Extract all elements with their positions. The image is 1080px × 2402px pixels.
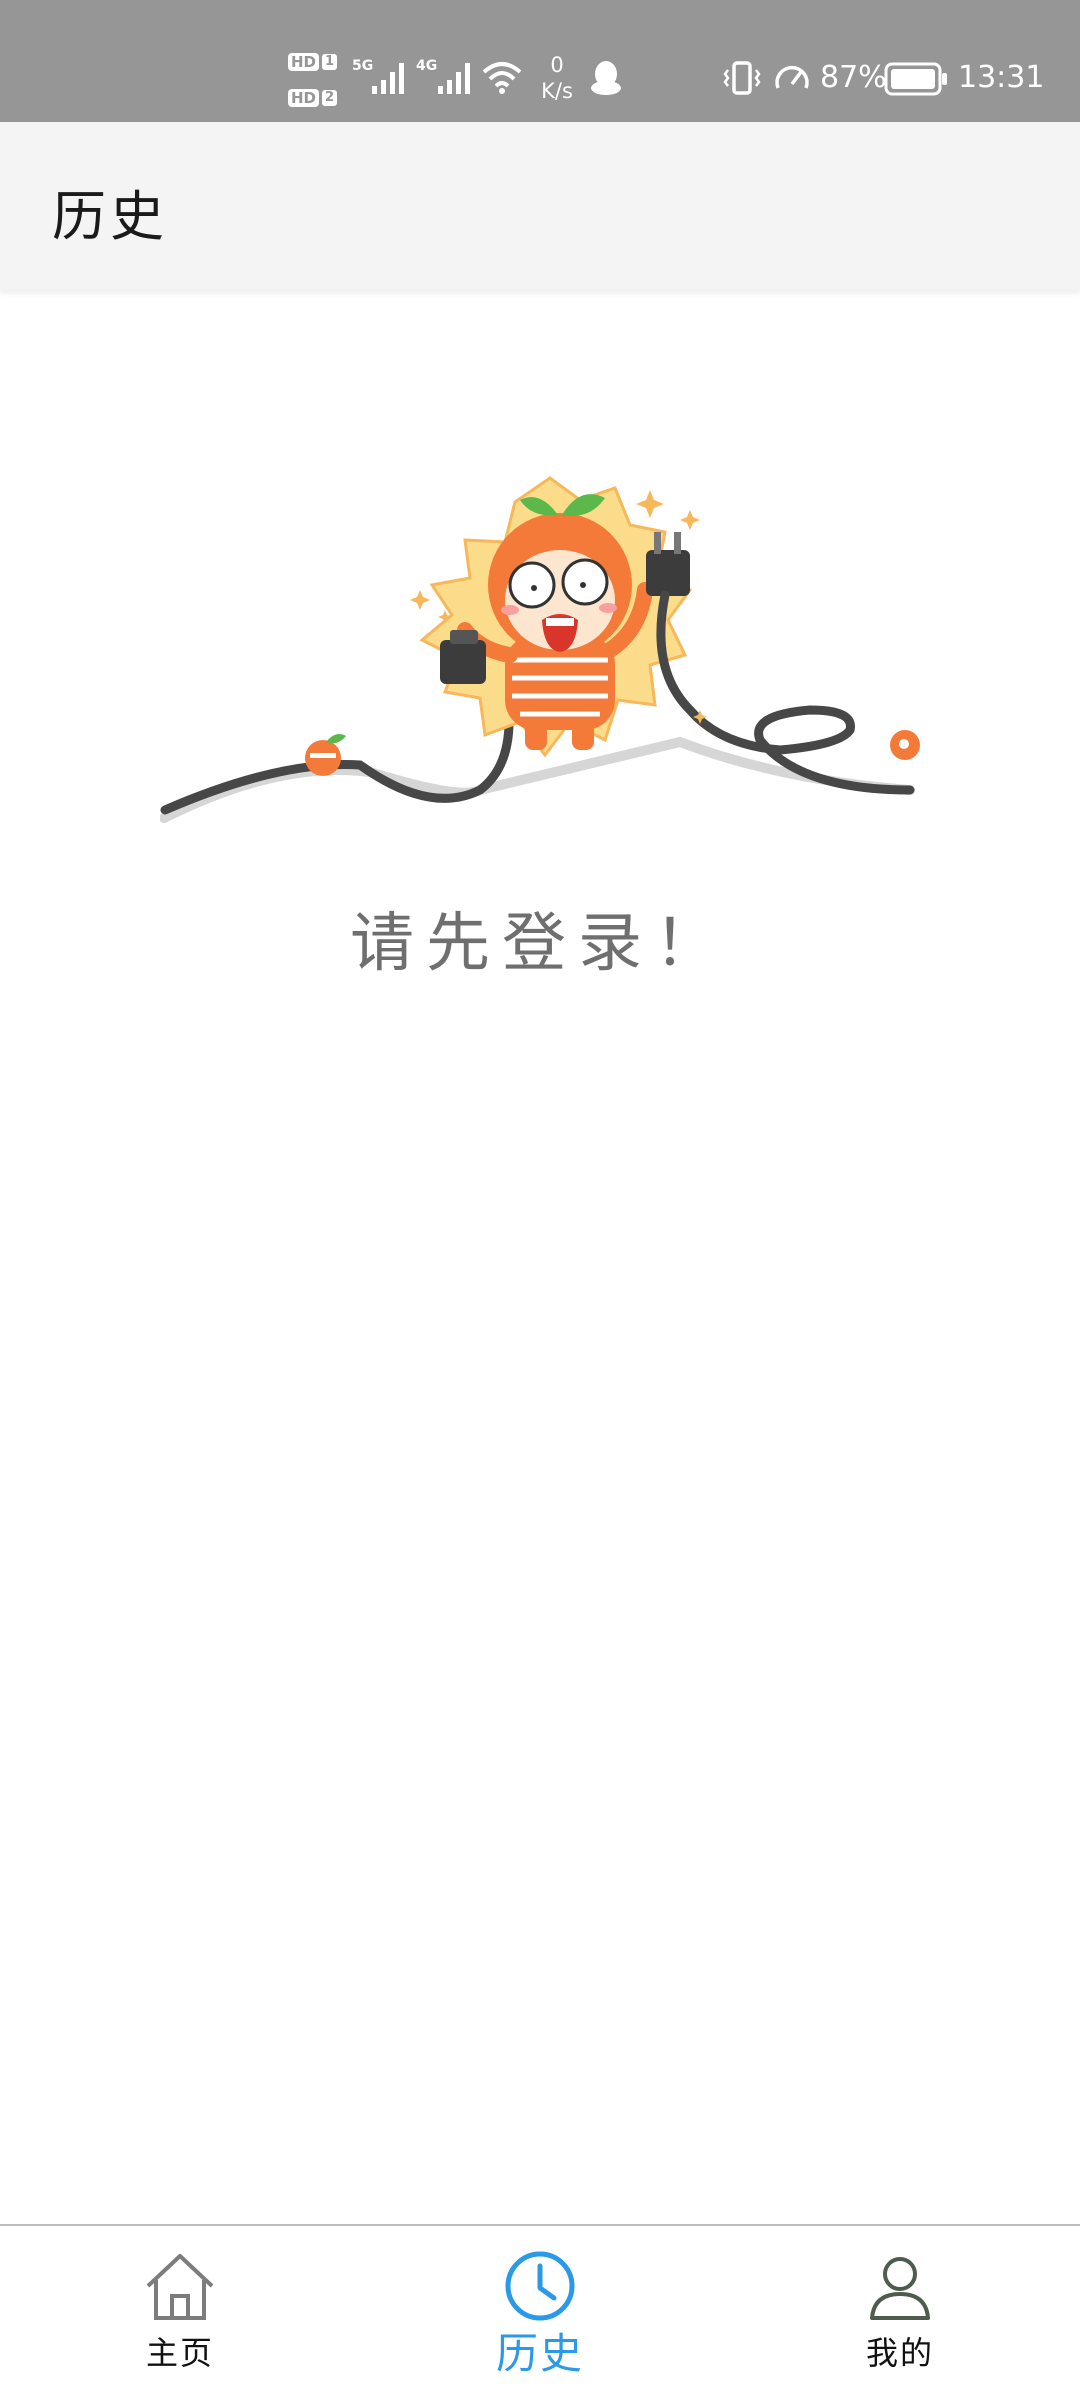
unplugged-cable-illustration [160, 476, 920, 823]
signal-icon-1 [372, 63, 404, 94]
status-bar: HD 1 HD 2 5G 4G 0 K/s 87% 13:31 [0, 0, 1080, 122]
nav-label-profile: 我的 [865, 2334, 934, 2372]
sim-1-badge: 1 [322, 54, 338, 70]
user-icon [870, 2257, 930, 2320]
battery-icon [884, 62, 947, 96]
nav-label-home: 主页 [145, 2334, 214, 2372]
qq-icon [591, 61, 621, 95]
home-icon [146, 2254, 214, 2320]
network-speed-unit: K/s [541, 79, 573, 103]
clock-icon [505, 2251, 575, 2321]
battery-percentage: 87% [820, 60, 887, 95]
speedometer-icon [775, 65, 809, 89]
network-type-2: 4G [416, 58, 438, 74]
hd-indicators: HD 1 HD 2 [288, 46, 344, 116]
sim-2-badge: 2 [322, 90, 338, 106]
nav-label-history: 历史 [495, 2329, 584, 2378]
signal-icon-2 [438, 63, 470, 94]
login-required-message: 请先登录！ [350, 907, 730, 981]
network-speed: 0 K/s [532, 52, 582, 104]
page-title: 历史 [52, 185, 168, 248]
nav-item-profile[interactable]: 我的 [720, 2226, 1080, 2402]
vibrate-icon [723, 61, 761, 95]
hd-badge-2: HD [288, 89, 320, 107]
bottom-nav: 主页 历史 我的 [0, 2224, 1080, 2400]
nav-item-home[interactable]: 主页 [0, 2226, 360, 2402]
app-bar: 历史 [0, 122, 1080, 290]
hd-badge-1: HD [288, 53, 320, 71]
nav-item-history[interactable]: 历史 [360, 2226, 720, 2402]
wifi-icon [482, 62, 522, 94]
network-speed-value: 0 [550, 53, 564, 77]
clock-time: 13:31 [958, 60, 1045, 95]
